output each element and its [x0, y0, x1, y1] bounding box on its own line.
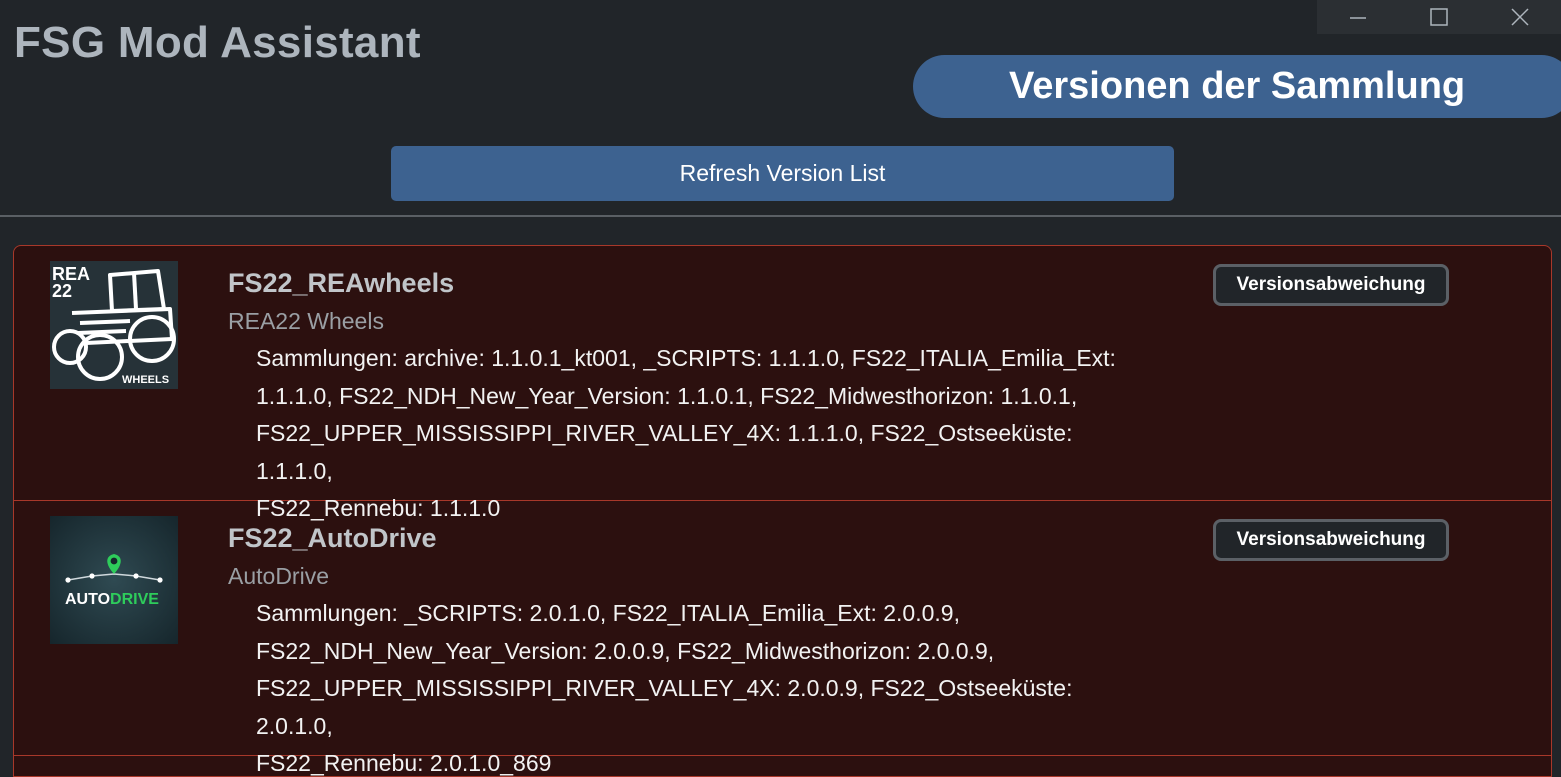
close-button[interactable] [1480, 0, 1561, 34]
collections-line: Sammlungen: archive: 1.1.0.1_kt001, _SCR… [256, 345, 1116, 371]
version-mismatch-badge: Versionsabweichung [1213, 264, 1449, 306]
collections-line: FS22_NDH_New_Year_Version: 2.0.0.9, FS22… [256, 637, 995, 664]
svg-text:AUTODRIVE: AUTODRIVE [65, 591, 159, 608]
version-mismatch-badge: Versionsabweichung [1213, 519, 1449, 561]
mod-row-autodrive[interactable]: AUTODRIVE FS22_AutoDrive AutoDrive Samml… [14, 501, 1551, 776]
refresh-version-list-button[interactable]: Refresh Version List [391, 146, 1174, 201]
icon-text-22: 22 [52, 281, 72, 301]
mod-version-list: REA 22 WHEELS FS22_REAwheels REA22 Wheel… [13, 245, 1552, 777]
rea22-wheels-icon: REA 22 WHEELS [50, 261, 178, 389]
app-title: FSG Mod Assistant [14, 18, 421, 67]
maximize-icon [1430, 8, 1448, 26]
section-title: Versionen der Sammlung [913, 55, 1561, 118]
mod-title: REA22 Wheels [228, 308, 384, 334]
mod-collections: Sammlungen: _SCRIPTS: 2.0.1.0, FS22_ITAL… [256, 595, 1136, 776]
mod-name: FS22_AutoDrive [228, 523, 437, 553]
mod-name: FS22_REAwheels [228, 268, 455, 298]
minimize-icon [1349, 17, 1366, 19]
window-controls [1317, 0, 1561, 34]
icon-text-auto: AUTO [65, 591, 110, 608]
header-divider [0, 215, 1561, 217]
minimize-button[interactable] [1317, 0, 1398, 34]
collections-line: Sammlungen: _SCRIPTS: 2.0.1.0, FS22_ITAL… [256, 600, 960, 626]
mod-title: AutoDrive [228, 563, 329, 589]
maximize-button[interactable] [1398, 0, 1479, 34]
mod-row-reawheels[interactable]: REA 22 WHEELS FS22_REAwheels REA22 Wheel… [14, 246, 1551, 521]
icon-text-drive: DRIVE [110, 591, 159, 608]
collections-line: FS22_Rennebu: 2.0.1.0_869 [256, 750, 552, 776]
autodrive-icon: AUTODRIVE [50, 516, 178, 644]
close-icon [1511, 8, 1529, 26]
mod-collections: Sammlungen: archive: 1.1.0.1_kt001, _SCR… [256, 340, 1136, 528]
icon-text-wheels: WHEELS [122, 374, 169, 386]
collections-line: FS22_UPPER_MISSISSIPPI_RIVER_VALLEY_4X: … [256, 420, 1073, 484]
collections-line: FS22_UPPER_MISSISSIPPI_RIVER_VALLEY_4X: … [256, 675, 1073, 739]
collections-line: 1.1.1.0, FS22_NDH_New_Year_Version: 1.1.… [256, 382, 1078, 409]
